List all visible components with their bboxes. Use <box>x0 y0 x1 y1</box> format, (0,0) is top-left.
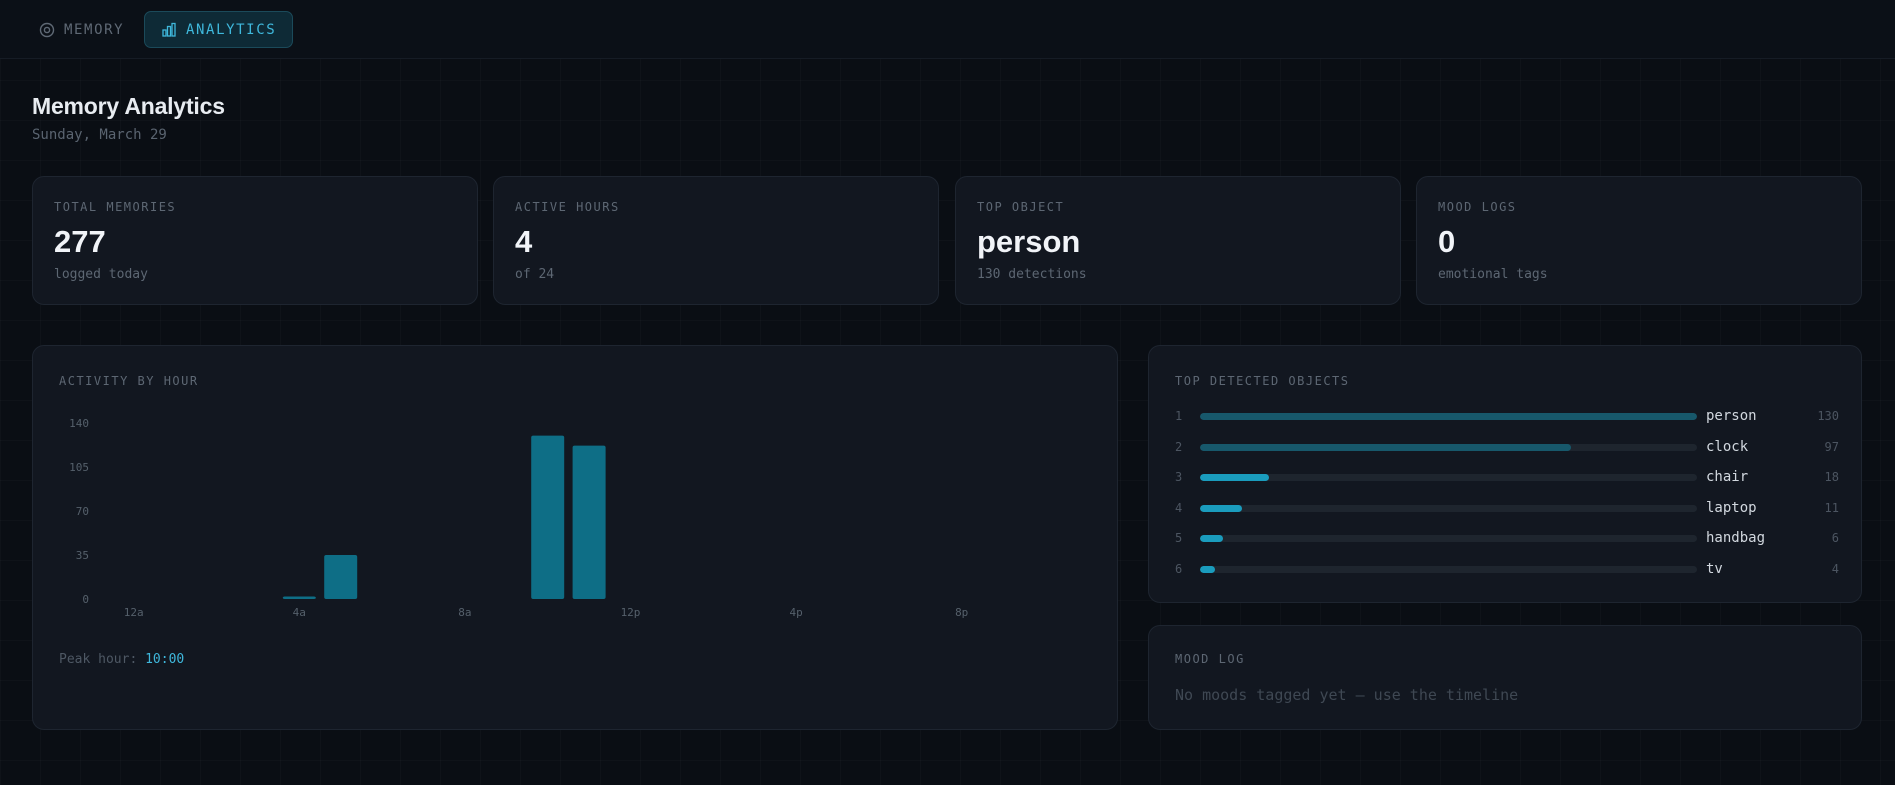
object-bar-track <box>1200 443 1697 451</box>
target-icon <box>39 22 55 38</box>
stat-value: 4 <box>515 224 533 259</box>
object-rank: 4 <box>1175 500 1183 515</box>
object-bar-track <box>1200 474 1697 482</box>
top-nav: MEMORY ANALYTICS <box>0 0 1895 59</box>
tab-analytics-label: ANALYTICS <box>186 21 277 38</box>
mood-log-panel: MOOD LOG No moods tagged yet — use the t… <box>1148 625 1862 730</box>
bar-chart-icon <box>161 22 177 38</box>
object-bar-fill <box>1200 535 1223 543</box>
activity-bar-hour-11 <box>572 445 606 599</box>
mood-label: MOOD LOG <box>1175 652 1245 666</box>
stat-card-top-object: TOP OBJECT person 130 detections <box>955 176 1401 305</box>
object-row-clock: 2 clock 97 <box>1149 438 1863 458</box>
object-name: clock <box>1706 438 1749 455</box>
objects-label: TOP DETECTED OBJECTS <box>1175 374 1350 388</box>
mood-empty-state: No moods tagged yet — use the timeline <box>1175 686 1519 704</box>
activity-bar-hour-4 <box>282 596 316 599</box>
stat-value: 277 <box>54 224 106 259</box>
stat-sub: of 24 <box>515 267 555 282</box>
activity-bar-hour-10 <box>531 435 565 599</box>
x-tick-label: 4p <box>789 606 802 619</box>
peak-hour-value: 10:00 <box>145 652 185 667</box>
y-tick-label: 140 <box>69 417 89 430</box>
object-bar-track <box>1200 413 1697 420</box>
object-count: 18 <box>1824 470 1839 485</box>
object-row-chair: 3 chair 18 <box>1149 468 1863 488</box>
object-row-person: 1 person 130 <box>1149 407 1863 427</box>
y-tick-label: 70 <box>76 505 89 518</box>
tab-memory-label: MEMORY <box>64 21 125 38</box>
stat-card-mood-logs: MOOD LOGS 0 emotional tags <box>1416 176 1862 305</box>
object-name: laptop <box>1706 499 1757 516</box>
object-bar-track <box>1200 535 1697 543</box>
top-detected-objects-panel: TOP DETECTED OBJECTS 1 person 130 2 clock 97 3… <box>1148 345 1862 603</box>
object-name: chair <box>1706 469 1749 486</box>
y-tick-label: 105 <box>69 461 89 474</box>
peak-hour-label: Peak hour: <box>59 652 138 667</box>
object-bar-track <box>1200 504 1697 512</box>
object-count: 130 <box>1817 409 1839 423</box>
object-rank: 3 <box>1175 470 1183 485</box>
object-row-handbag: 5 handbag 6 <box>1149 529 1863 549</box>
x-tick-label: 4a <box>293 606 306 619</box>
page-title: Memory Analytics <box>32 93 225 119</box>
stat-value: person <box>977 224 1081 259</box>
object-rank: 5 <box>1175 531 1183 546</box>
object-rank: 6 <box>1175 562 1183 576</box>
x-tick-label: 8a <box>458 606 471 619</box>
object-count: 11 <box>1824 500 1839 515</box>
object-count: 6 <box>1831 531 1839 546</box>
stat-sub: 130 detections <box>977 267 1087 282</box>
tab-analytics[interactable]: ANALYTICS <box>144 11 294 48</box>
page-date: Sunday, March 29 <box>32 127 167 143</box>
activity-by-hour-panel: ACTIVITY BY HOUR 0 35 70 105 140 12a 4a 8a 12p 4p… <box>32 345 1118 730</box>
object-row-tv: 6 tv 4 <box>1149 560 1863 580</box>
stat-label: TOTAL MEMORIES <box>54 200 177 214</box>
stat-sub: emotional tags <box>1438 267 1548 282</box>
object-name: handbag <box>1706 530 1766 547</box>
object-bar-fill <box>1200 413 1697 420</box>
object-rank: 1 <box>1175 409 1183 423</box>
object-bar-fill <box>1200 504 1243 512</box>
stat-label: TOP OBJECT <box>977 200 1065 214</box>
object-bar-fill <box>1200 443 1571 451</box>
stat-sub: logged today <box>54 267 148 282</box>
activity-bar-hour-5 <box>324 555 358 599</box>
y-tick-label: 35 <box>76 549 89 562</box>
object-count: 97 <box>1824 439 1839 454</box>
object-name: tv <box>1706 561 1723 577</box>
object-bar-fill <box>1200 474 1269 482</box>
object-bar-track <box>1200 566 1697 573</box>
object-rank: 2 <box>1175 439 1183 454</box>
object-count: 4 <box>1831 562 1839 576</box>
tab-memory[interactable]: MEMORY <box>22 11 141 48</box>
x-tick-label: 8p <box>955 606 968 619</box>
stat-value: 0 <box>1438 224 1456 259</box>
stat-label: ACTIVE HOURS <box>515 200 620 214</box>
peak-hour: Peak hour: 10:00 <box>59 652 184 667</box>
stat-label: MOOD LOGS <box>1438 200 1517 214</box>
stat-card-total-memories: TOTAL MEMORIES 277 logged today <box>32 176 478 305</box>
object-bar-fill <box>1200 566 1216 573</box>
object-row-laptop: 4 laptop 11 <box>1149 499 1863 519</box>
x-tick-label: 12a <box>124 606 144 619</box>
object-name: person <box>1706 408 1757 424</box>
activity-chart: 0 35 70 105 140 12a 4a 8a 12p 4p 8p <box>69 417 968 619</box>
y-tick-label: 0 <box>82 593 89 606</box>
x-tick-label: 12p <box>621 606 641 619</box>
stat-card-active-hours: ACTIVE HOURS 4 of 24 <box>493 176 939 305</box>
